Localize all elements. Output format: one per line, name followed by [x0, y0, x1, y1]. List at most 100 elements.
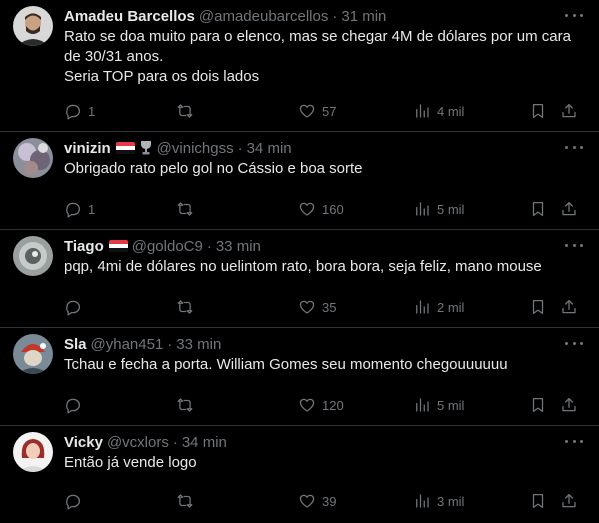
tweet-text-line: Obrigado rato pelo gol no Cássio e boa s…	[64, 160, 363, 177]
bookmark-button[interactable]	[529, 297, 547, 317]
user-handle[interactable]: @amadeubarcellos	[199, 8, 328, 25]
tweet[interactable]: Vicky @vcxlors · 34 min Então já vende l…	[0, 426, 599, 521]
like-button[interactable]: 57	[298, 101, 336, 121]
views-button[interactable]: 3 mil	[413, 491, 464, 511]
retweet-button[interactable]	[176, 199, 200, 219]
reply-button[interactable]: 1	[64, 199, 95, 219]
reply-button[interactable]: 1	[64, 101, 95, 121]
views-icon	[416, 104, 429, 118]
timestamp[interactable]: 33 min	[216, 238, 261, 255]
like-count: 39	[322, 493, 337, 509]
views-icon	[416, 202, 429, 216]
retweet-icon	[177, 202, 193, 216]
tweet[interactable]: Amadeu Barcellos @amadeubarcellos · 31 m…	[0, 0, 599, 132]
avatar[interactable]	[13, 432, 53, 472]
bookmark-button[interactable]	[529, 199, 547, 219]
like-button[interactable]: 35	[298, 297, 336, 317]
timestamp[interactable]: 34 min	[182, 434, 227, 451]
views-button[interactable]: 5 mil	[413, 199, 464, 219]
share-icon	[562, 299, 576, 314]
more-icon[interactable]	[565, 340, 583, 346]
tweet[interactable]: Sla @yhan451 · 33 min Tchau e fecha a po…	[0, 328, 599, 426]
share-button[interactable]	[560, 491, 578, 511]
user-handle[interactable]: @yhan451	[91, 336, 164, 353]
share-button[interactable]	[560, 199, 578, 219]
user-handle[interactable]: @vcxlors	[107, 434, 169, 451]
share-button[interactable]	[560, 297, 578, 317]
more-icon[interactable]	[565, 242, 583, 248]
reply-icon	[66, 202, 81, 218]
display-name[interactable]: Amadeu Barcellos	[64, 8, 195, 25]
timestamp[interactable]: 33 min	[176, 336, 221, 353]
avatar[interactable]	[13, 6, 53, 46]
bookmark-button[interactable]	[529, 491, 547, 511]
tweet[interactable]: Tiago @goldoC9 · 33 min pqp, 4mi de dóla…	[0, 230, 599, 328]
views-count: 5 mil	[437, 201, 465, 217]
avatar[interactable]	[13, 236, 53, 276]
tweet[interactable]: vinizin @vinichgss · 34 min Obrigado rat…	[0, 132, 599, 230]
reply-button[interactable]	[64, 491, 88, 511]
like-icon	[299, 398, 315, 412]
like-button[interactable]: 39	[298, 491, 336, 511]
views-button[interactable]: 2 mil	[413, 297, 464, 317]
share-button[interactable]	[560, 395, 578, 415]
views-count: 5 mil	[437, 397, 465, 413]
action-bar: 39 3 mil	[64, 491, 583, 511]
bookmark-icon	[532, 103, 544, 119]
retweet-button[interactable]	[176, 297, 200, 317]
timestamp[interactable]: 31 min	[341, 8, 386, 25]
share-button[interactable]	[560, 101, 578, 121]
retweet-button[interactable]	[176, 491, 200, 511]
more-icon[interactable]	[565, 144, 583, 150]
more-icon[interactable]	[565, 12, 583, 18]
action-bar: 1 160 5 mil	[64, 199, 583, 219]
views-count: 3 mil	[437, 493, 465, 509]
views-button[interactable]: 5 mil	[413, 395, 464, 415]
like-count: 160	[322, 201, 344, 217]
reply-button[interactable]	[64, 395, 88, 415]
views-count: 2 mil	[437, 299, 465, 315]
display-name[interactable]: Sla	[64, 336, 87, 353]
tweet-text: Rato se doa muito para o elenco, mas se …	[64, 27, 583, 87]
reply-icon	[66, 300, 81, 316]
share-icon	[562, 397, 576, 412]
display-name[interactable]: vinizin	[64, 140, 111, 157]
retweet-button[interactable]	[176, 101, 200, 121]
user-handle[interactable]: @vinichgss	[157, 140, 234, 157]
views-icon	[416, 300, 429, 314]
avatar[interactable]	[13, 334, 53, 374]
views-icon	[416, 398, 429, 412]
like-icon	[299, 104, 315, 118]
retweet-icon	[177, 398, 193, 412]
trophy-icon	[140, 141, 151, 155]
flag-emoji	[108, 239, 128, 253]
like-count: 57	[322, 103, 337, 119]
more-icon[interactable]	[565, 438, 583, 444]
reply-feed: Amadeu Barcellos @amadeubarcellos · 31 m…	[0, 0, 599, 521]
display-name[interactable]: Vicky	[64, 434, 103, 451]
reply-icon	[66, 104, 81, 120]
display-name[interactable]: Tiago	[64, 238, 104, 255]
separator-dot: ·	[206, 237, 212, 255]
reply-button[interactable]	[64, 297, 88, 317]
like-icon	[299, 494, 315, 508]
views-button[interactable]: 4 mil	[413, 101, 464, 121]
separator-dot: ·	[167, 335, 173, 353]
tweet-text-line: Então já vende logo	[64, 454, 197, 471]
reply-count: 1	[88, 103, 96, 119]
tweet-text-line: Tchau e fecha a porta. William Gomes seu…	[64, 356, 508, 373]
timestamp[interactable]: 34 min	[247, 140, 292, 157]
like-button[interactable]: 120	[298, 395, 344, 415]
bookmark-icon	[532, 201, 544, 217]
like-button[interactable]: 160	[298, 199, 344, 219]
avatar[interactable]	[13, 138, 53, 178]
bookmark-icon	[532, 397, 544, 413]
separator-dot: ·	[332, 7, 338, 25]
user-handle[interactable]: @goldoC9	[132, 238, 203, 255]
retweet-icon	[177, 494, 193, 508]
retweet-button[interactable]	[176, 395, 200, 415]
action-bar: 1 57 4 mil	[64, 101, 583, 121]
share-icon	[562, 201, 576, 216]
bookmark-button[interactable]	[529, 395, 547, 415]
bookmark-button[interactable]	[529, 101, 547, 121]
